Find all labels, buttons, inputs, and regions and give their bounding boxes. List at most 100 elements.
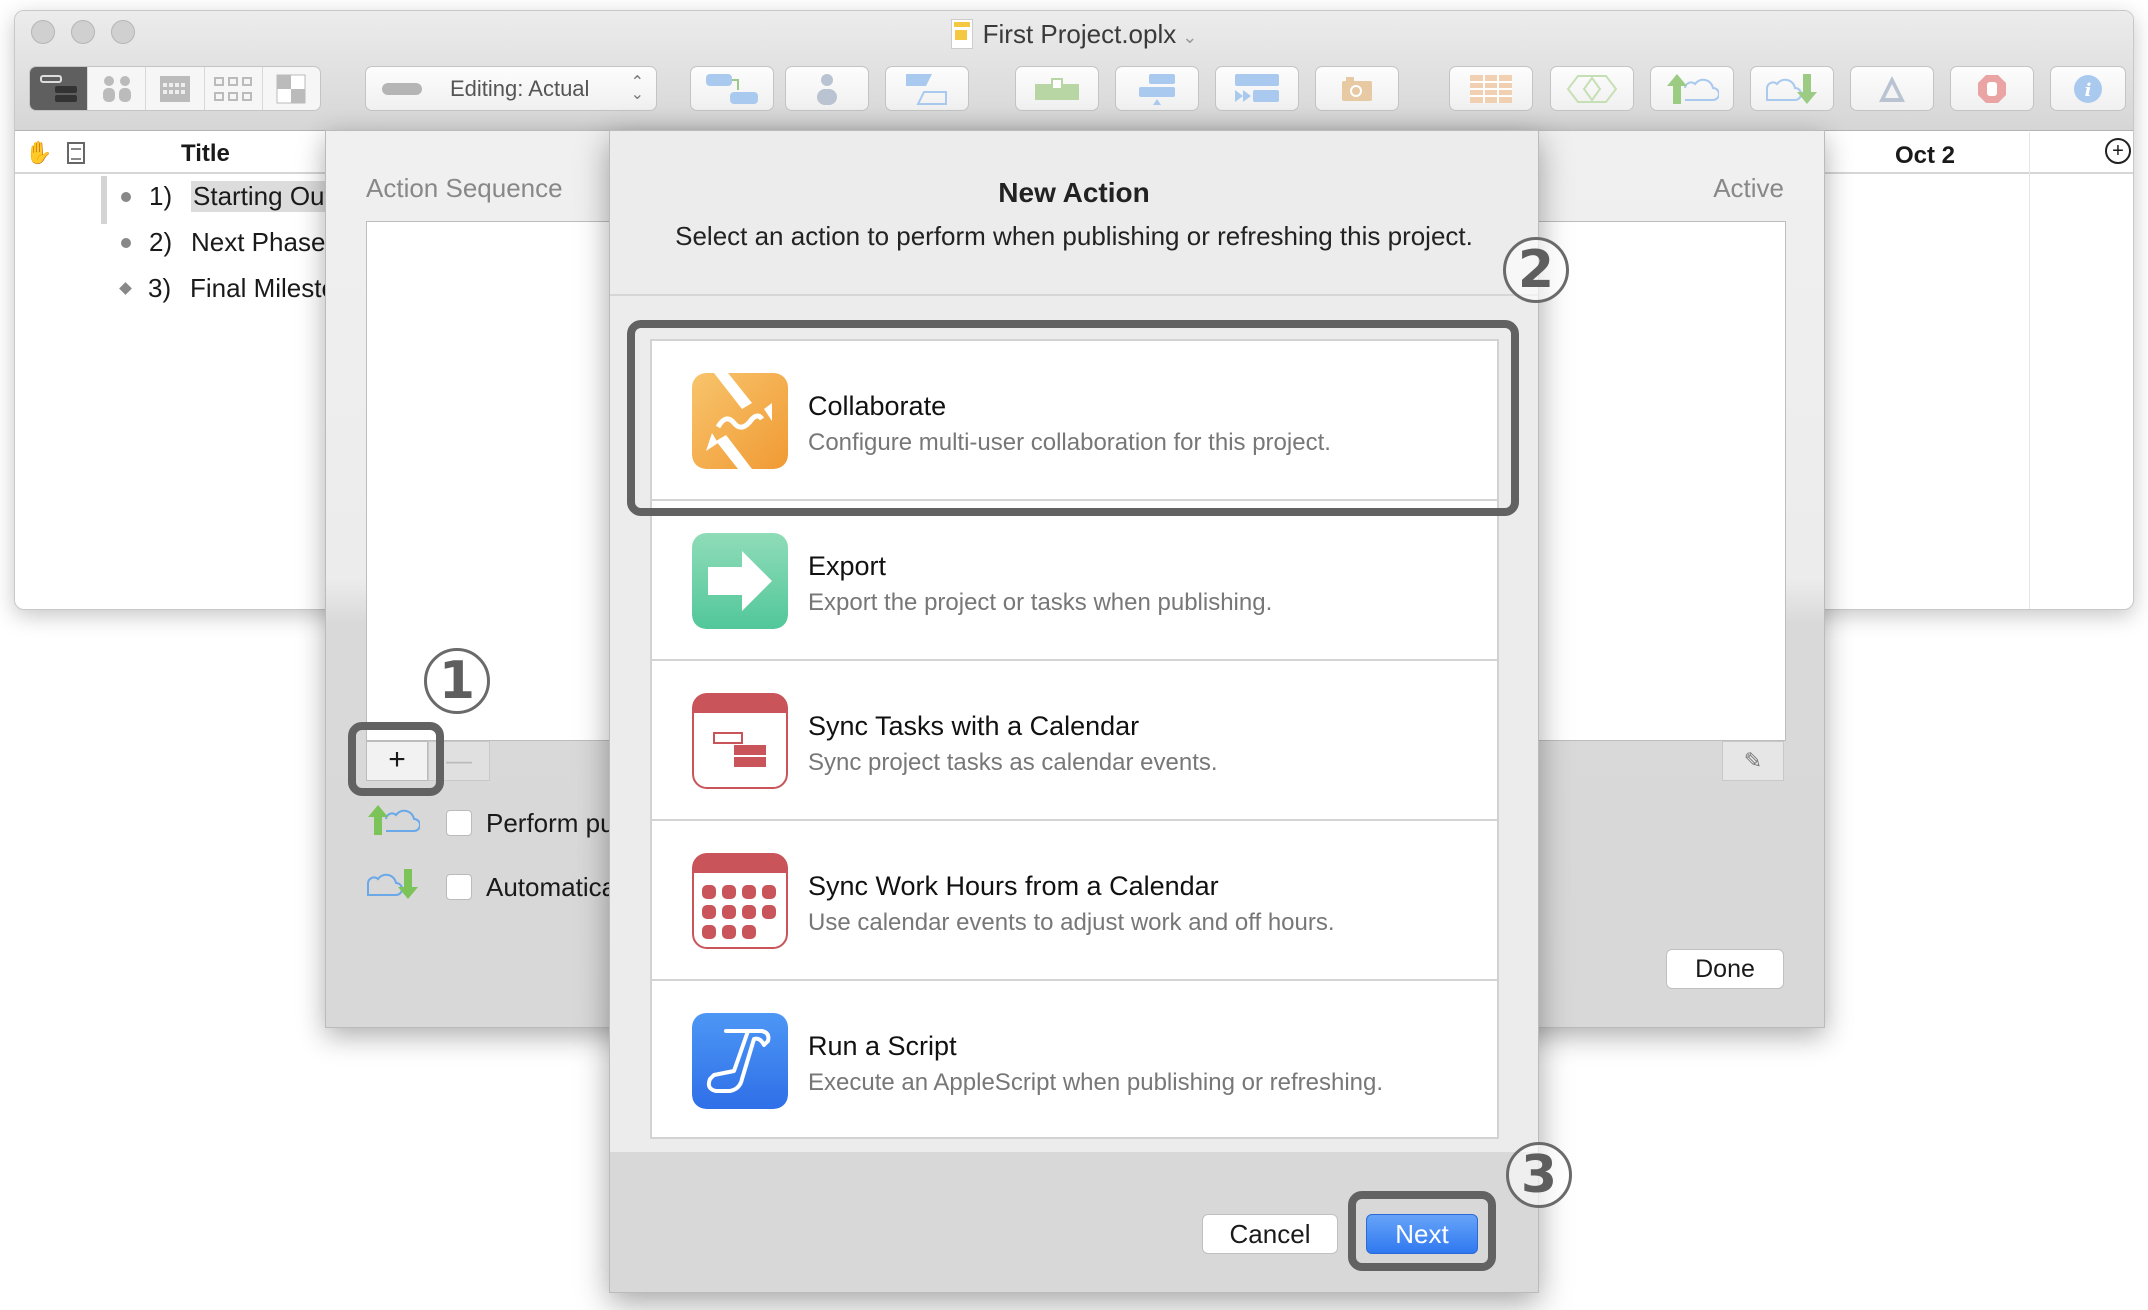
gantt-icon	[39, 74, 77, 102]
cloud-upload-icon	[1667, 73, 1719, 104]
action-description: Sync project tasks as calendar events.	[808, 749, 1218, 776]
note-icon[interactable]	[67, 142, 85, 164]
gantt-view-button[interactable]	[30, 67, 89, 110]
auto-refresh-checkbox[interactable]	[446, 874, 472, 900]
assign-resource-button[interactable]	[785, 66, 869, 111]
action-item-export[interactable]: Export Export the project or tasks when …	[652, 501, 1497, 661]
network-view-button[interactable]	[205, 67, 263, 110]
action-description: Use calendar events to adjust work and o…	[808, 909, 1335, 936]
action-description: Export the project or tasks when publish…	[808, 589, 1273, 616]
new-action-dialog: New Action Select an action to perform w…	[609, 130, 1539, 1293]
calendar-view-button[interactable]	[146, 67, 205, 110]
inspector-button[interactable]: i	[2050, 66, 2126, 111]
stop-button[interactable]	[1950, 66, 2034, 111]
change-tracking-button[interactable]	[1850, 66, 1934, 111]
editing-mode-label: Editing: Actual	[450, 75, 590, 101]
connect-tasks-button[interactable]	[690, 66, 774, 111]
calendar-grid-icon	[160, 75, 190, 102]
level-resources-button[interactable]	[1015, 66, 1099, 111]
baseline-snapshot-button[interactable]	[1315, 66, 1399, 111]
row-number: 2)	[149, 227, 173, 257]
actual-bar-icon	[382, 82, 422, 95]
perform-publish-checkbox[interactable]	[446, 810, 472, 836]
svg-text:i: i	[2085, 80, 2092, 101]
reschedule-icon	[1235, 73, 1279, 102]
camera-icon	[1342, 76, 1372, 101]
row-title[interactable]: Next Phase	[191, 227, 325, 258]
action-item-sync-tasks[interactable]: Sync Tasks with a Calendar Sync project …	[652, 661, 1497, 821]
dialog-separator	[610, 294, 1538, 296]
people-icon	[102, 75, 131, 102]
checker-icon	[276, 74, 306, 103]
view-mode-selector[interactable]	[29, 66, 321, 111]
connect-tasks-icon	[706, 73, 758, 104]
publish-option-row: Perform pu	[366, 803, 615, 843]
table-icon	[1470, 74, 1512, 103]
window-title[interactable]: First Project.oplx ⌄	[15, 19, 2133, 50]
stop-hand-icon	[1978, 74, 2006, 103]
calendar-grid-icon	[692, 853, 788, 949]
cloud-download-icon	[1766, 73, 1817, 104]
row-number: 3)	[148, 273, 172, 303]
callout-highlight-next-button	[1348, 1191, 1496, 1271]
delta-icon	[1879, 75, 1905, 102]
info-icon: i	[2074, 74, 2102, 103]
action-item-run-script[interactable]: Run a Script Execute an AppleScript when…	[652, 981, 1497, 1141]
view-table-button[interactable]	[1449, 66, 1533, 111]
styles-view-button[interactable]	[263, 67, 320, 110]
auto-refresh-label: Automatica	[486, 871, 617, 902]
chevron-down-icon: ⌄	[1182, 27, 1198, 47]
diamond-icon	[1566, 74, 1618, 103]
network-icon	[214, 76, 253, 101]
hand-icon[interactable]: ✋	[25, 140, 52, 166]
callout-highlight-add-button	[348, 722, 444, 796]
reschedule-button[interactable]	[1215, 66, 1299, 111]
pencil-icon: ✎	[1743, 748, 1763, 773]
date-column-header: Oct 2	[1895, 142, 1956, 169]
dialog-title: New Action	[998, 177, 1150, 208]
level-icon	[1035, 77, 1079, 100]
cloud-upload-icon	[366, 803, 426, 843]
outline-row[interactable]: 1) Starting Out	[121, 181, 334, 212]
publish-button[interactable]	[1650, 66, 1734, 111]
task-bullet-icon	[121, 191, 131, 202]
updown-chevron-icon: ⌃ ⌄	[630, 73, 644, 103]
action-name: Export	[808, 551, 887, 581]
dialog-subtitle: Select an action to perform when publish…	[675, 221, 1473, 251]
perform-publish-label: Perform pu	[486, 807, 615, 838]
edit-action-button[interactable]: ✎	[1722, 741, 1784, 781]
selection-indicator	[101, 176, 107, 224]
action-description: Execute an AppleScript when publishing o…	[808, 1069, 1384, 1096]
resource-view-button[interactable]	[88, 67, 147, 110]
action-sequence-label: Action Sequence	[366, 173, 563, 203]
gantt-divider	[2029, 132, 2030, 609]
action-name: Sync Tasks with a Calendar	[808, 711, 1140, 741]
zoom-in-icon[interactable]: +	[2105, 138, 2131, 164]
done-button[interactable]: Done	[1666, 949, 1784, 989]
window-title-text: First Project.oplx	[982, 19, 1177, 49]
action-name: Run a Script	[808, 1031, 957, 1061]
title-column-header[interactable]: Title	[181, 140, 230, 168]
cancel-button[interactable]: Cancel	[1202, 1214, 1338, 1254]
task-shape-icon	[906, 73, 947, 105]
callout-number-2: 2	[1503, 237, 1569, 303]
calendar-tasks-icon	[692, 693, 788, 789]
task-bullet-icon	[121, 237, 131, 248]
outline-row[interactable]: 3) Final Milesto	[119, 273, 336, 304]
document-icon	[950, 19, 973, 49]
toolbar: First Project.oplx⌄ Editing: Actual ⌃⌄	[15, 11, 2133, 131]
milestone-diamond-icon	[119, 282, 132, 295]
editing-mode-popup[interactable]: Editing: Actual ⌃ ⌄	[365, 66, 657, 111]
active-column-label: Active	[1713, 173, 1784, 203]
violations-button[interactable]	[1550, 66, 1634, 111]
row-title[interactable]: Final Milesto	[190, 273, 336, 304]
refresh-button[interactable]	[1750, 66, 1834, 111]
script-scroll-icon	[692, 1013, 788, 1109]
action-item-sync-work-hours[interactable]: Sync Work Hours from a Calendar Use cale…	[652, 821, 1497, 981]
refresh-option-row: Automatica	[366, 867, 616, 907]
catch-up-icon	[1139, 73, 1175, 105]
catch-up-button[interactable]	[1115, 66, 1199, 111]
outline-row[interactable]: 2) Next Phase	[121, 227, 325, 258]
row-title[interactable]: Starting Out	[191, 181, 334, 212]
task-type-button[interactable]	[885, 66, 969, 111]
